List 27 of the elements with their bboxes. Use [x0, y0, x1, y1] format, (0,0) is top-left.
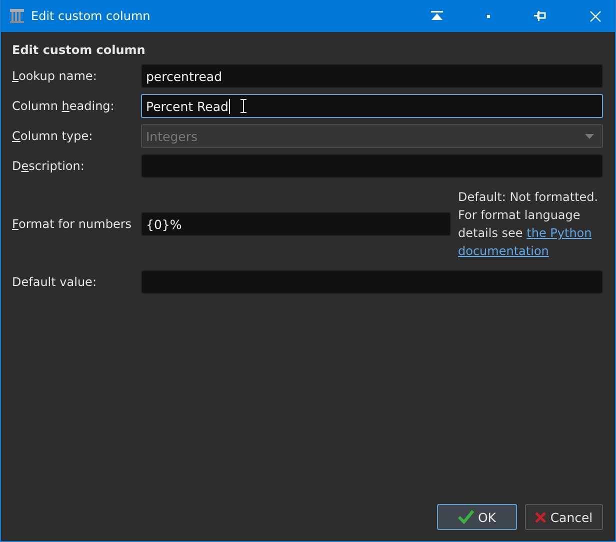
text-field[interactable]	[141, 154, 603, 178]
format-help-text: Default: Not formatted. For format language details see the Python documentation	[458, 189, 600, 260]
ok-button[interactable]: OK	[437, 504, 517, 530]
keep-on-top-icon[interactable]	[431, 11, 443, 21]
text-field[interactable]: Percent Read	[141, 94, 603, 118]
close-icon[interactable]	[590, 10, 601, 22]
cross-icon	[535, 512, 546, 522]
format-field[interactable]: {0}%	[141, 212, 451, 236]
window-title: Edit custom column	[31, 9, 150, 23]
cancel-button[interactable]: Cancel	[525, 504, 603, 530]
python-docs-link[interactable]: documentation	[458, 244, 549, 258]
minimize-icon[interactable]	[487, 14, 490, 18]
field-label: Lookup name:	[12, 69, 98, 83]
dialog-heading: Edit custom column	[12, 43, 146, 57]
checkmark-icon	[458, 510, 474, 524]
text-field[interactable]: percentread	[141, 64, 603, 88]
pin-icon[interactable]	[534, 11, 546, 21]
field-label: Format for numbers	[12, 217, 133, 231]
field-label: Column heading:	[12, 99, 116, 113]
field-label: Column type:	[12, 129, 94, 143]
field-label: Description:	[12, 159, 86, 173]
dropdown-arrow-icon	[585, 134, 594, 138]
text-cursor-icon	[240, 99, 247, 113]
field-label: Default value:	[12, 275, 98, 289]
text-field[interactable]	[141, 270, 603, 294]
python-docs-link[interactable]: the Python	[526, 226, 592, 240]
column-icon	[9, 8, 25, 24]
